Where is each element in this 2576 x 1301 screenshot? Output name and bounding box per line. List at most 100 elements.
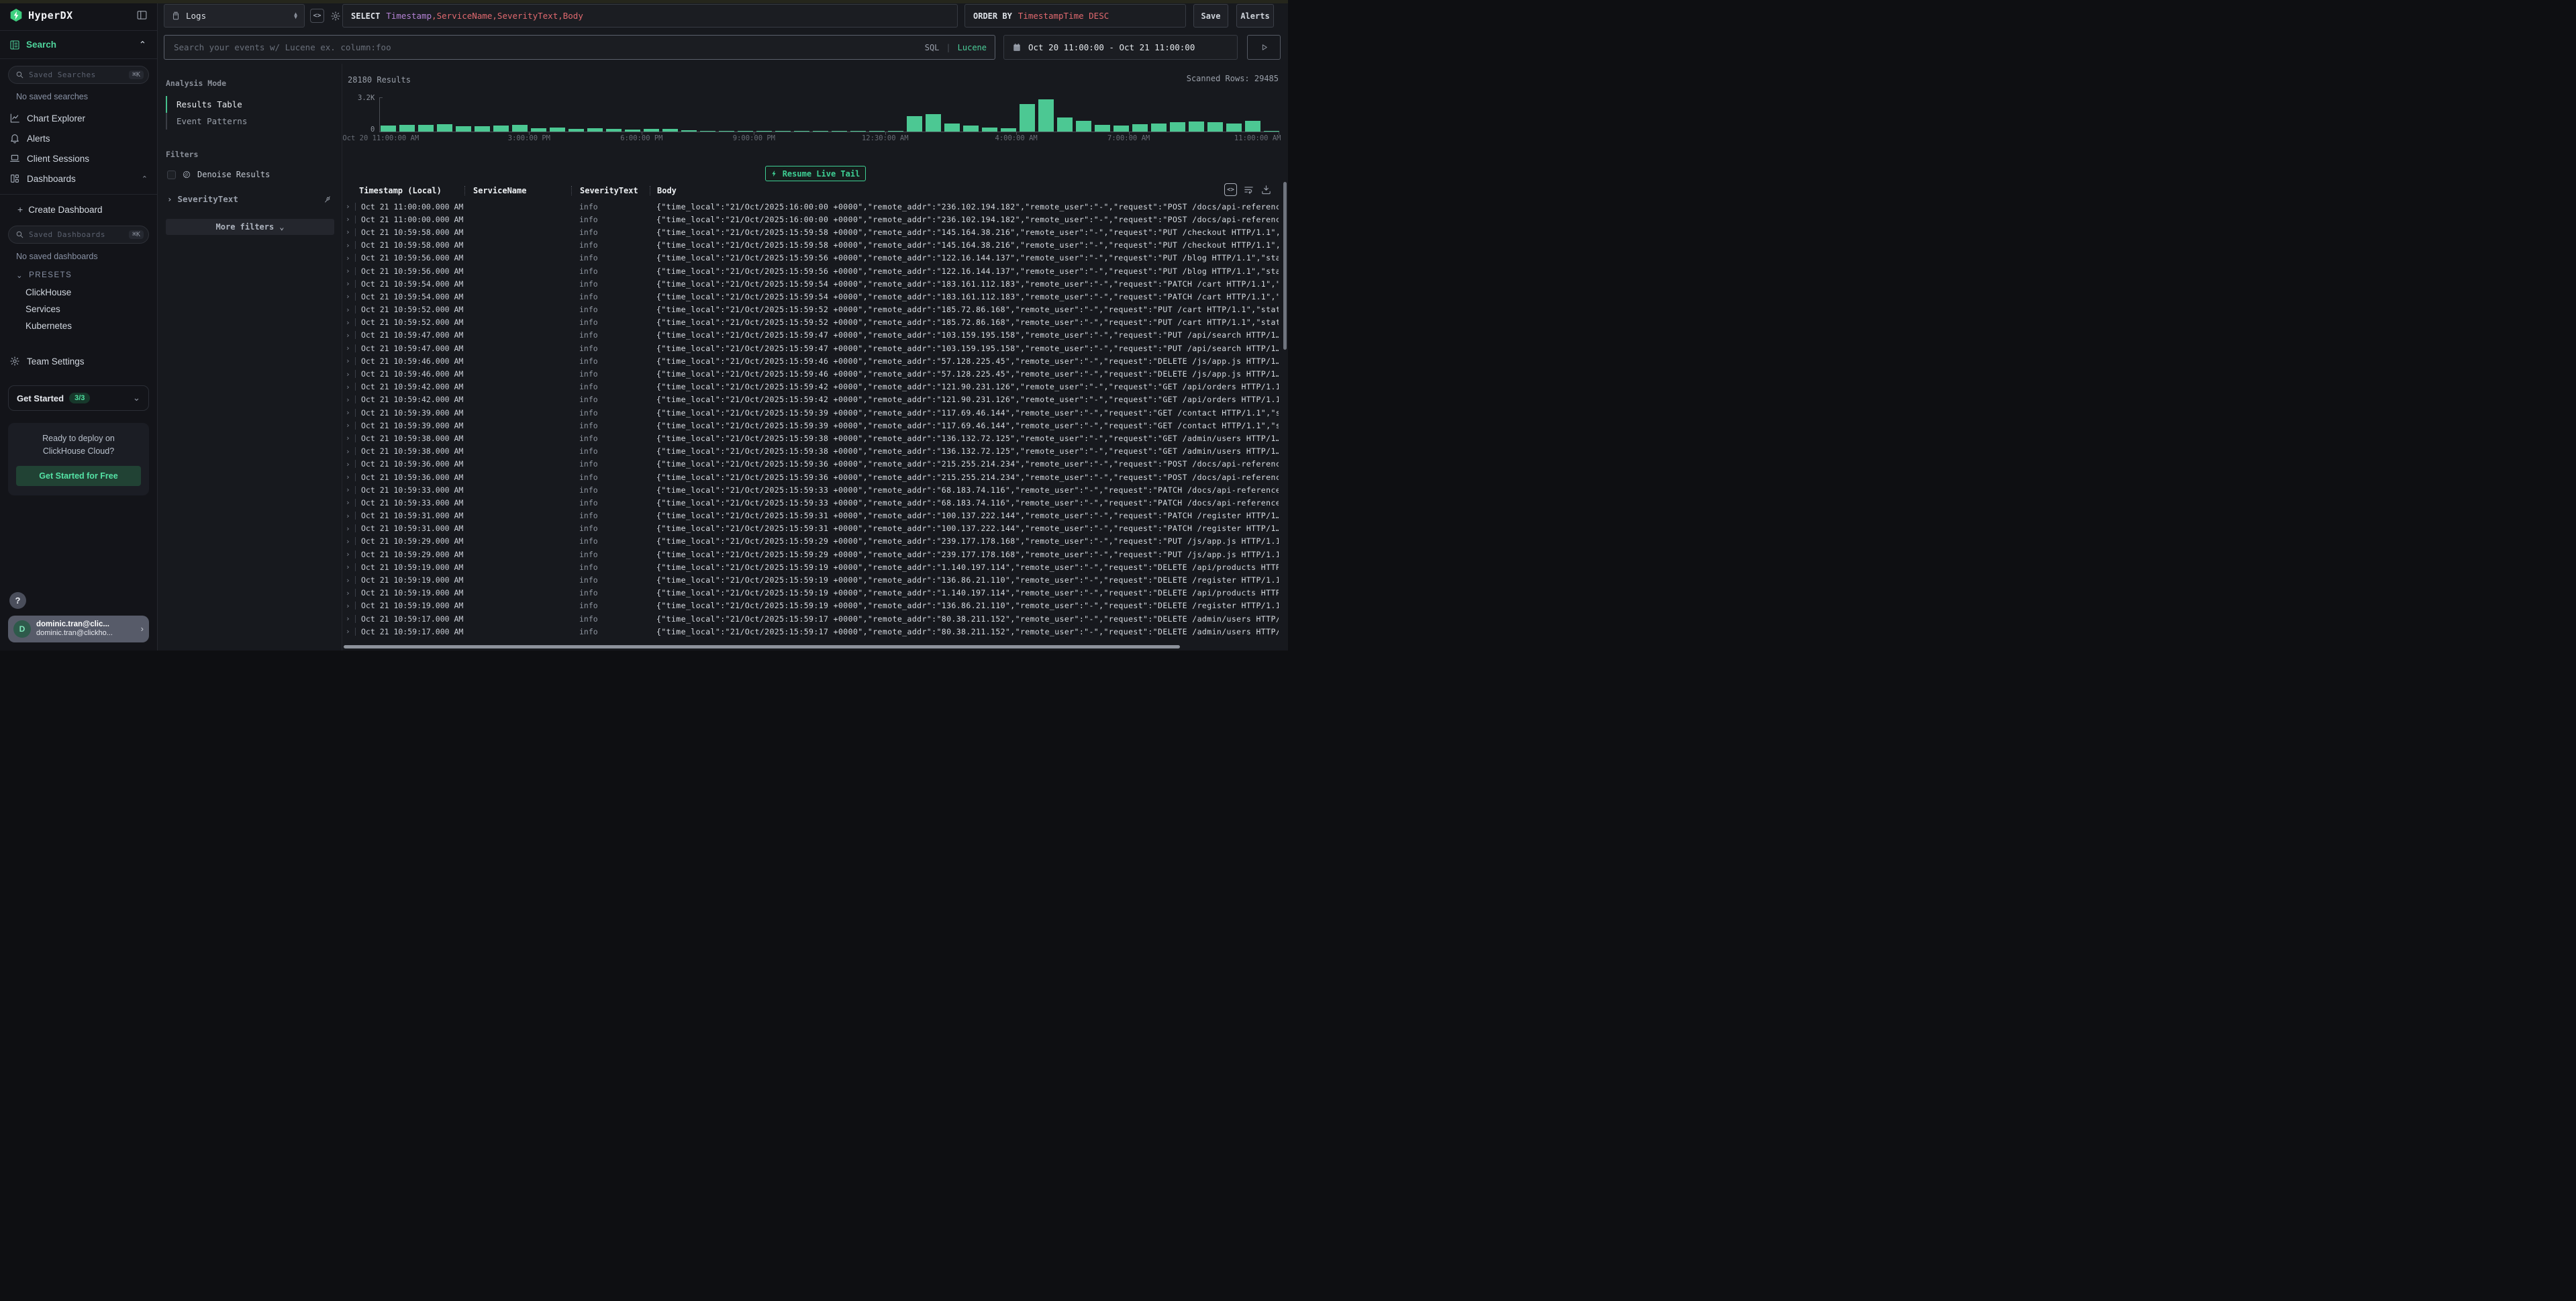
table-row[interactable]: ›Oct 21 10:59:19.000 AMinfo{"time_local"…: [342, 561, 1279, 573]
row-expand-icon[interactable]: ›: [342, 292, 352, 301]
resume-live-tail-button[interactable]: Resume Live Tail: [765, 166, 866, 181]
tab-results-table[interactable]: Results Table: [166, 96, 334, 113]
search-bar[interactable]: SQL | Lucene: [164, 35, 995, 60]
row-expand-icon[interactable]: ›: [342, 370, 352, 379]
row-expand-icon[interactable]: ›: [342, 318, 352, 327]
table-row[interactable]: ›Oct 21 10:59:47.000 AMinfo{"time_local"…: [342, 342, 1279, 354]
row-expand-icon[interactable]: ›: [342, 589, 352, 597]
create-dashboard-button[interactable]: + Create Dashboard: [8, 200, 149, 219]
search-input[interactable]: [172, 42, 918, 53]
order-by-input[interactable]: ORDER BY TimestampTime DESC: [964, 4, 1186, 28]
histogram-bar[interactable]: [456, 126, 471, 132]
wrap-lines-button[interactable]: [1243, 184, 1254, 195]
run-query-button[interactable]: [1247, 35, 1281, 60]
table-row[interactable]: ›Oct 21 10:59:56.000 AMinfo{"time_local"…: [342, 264, 1279, 277]
more-filters-button[interactable]: More filters ⌄: [166, 219, 334, 235]
user-menu[interactable]: D dominic.tran@clic... dominic.tran@clic…: [8, 616, 149, 642]
table-row[interactable]: ›Oct 21 10:59:54.000 AMinfo{"time_local"…: [342, 277, 1279, 290]
histogram-bar[interactable]: [1170, 122, 1185, 132]
horizontal-scrollbar[interactable]: [344, 645, 1180, 648]
table-row[interactable]: ›Oct 21 10:59:38.000 AMinfo{"time_local"…: [342, 432, 1279, 444]
histogram-bar[interactable]: [1207, 122, 1223, 132]
sidebar-item-client-sessions[interactable]: Client Sessions: [8, 148, 149, 168]
sql-editor-button[interactable]: <>: [310, 9, 324, 23]
histogram-bar[interactable]: [1113, 126, 1129, 132]
table-row[interactable]: ›Oct 21 10:59:33.000 AMinfo{"time_local"…: [342, 483, 1279, 496]
table-row[interactable]: ›Oct 21 10:59:58.000 AMinfo{"time_local"…: [342, 226, 1279, 238]
histogram-bar[interactable]: [1245, 121, 1260, 132]
table-row[interactable]: ›Oct 21 10:59:17.000 AMinfo{"time_local"…: [342, 612, 1279, 625]
table-row[interactable]: ›Oct 21 10:59:47.000 AMinfo{"time_local"…: [342, 329, 1279, 342]
results-histogram[interactable]: 3.2K 0 Oct 20 11:00:00 AM3:00:00 PM6:00:…: [379, 97, 1279, 132]
table-row[interactable]: ›Oct 21 10:59:19.000 AMinfo{"time_local"…: [342, 587, 1279, 599]
alerts-button[interactable]: Alerts: [1236, 4, 1274, 28]
table-row[interactable]: ›Oct 21 10:59:36.000 AMinfo{"time_local"…: [342, 471, 1279, 483]
table-row[interactable]: ›Oct 21 10:59:17.000 AMinfo{"time_local"…: [342, 625, 1279, 638]
histogram-bar[interactable]: [1095, 125, 1110, 132]
row-expand-icon[interactable]: ›: [342, 383, 352, 391]
histogram-bar[interactable]: [907, 116, 922, 132]
row-expand-icon[interactable]: ›: [342, 305, 352, 314]
row-expand-icon[interactable]: ›: [342, 202, 352, 211]
row-expand-icon[interactable]: ›: [342, 627, 352, 636]
table-row[interactable]: ›Oct 21 10:59:31.000 AMinfo{"time_local"…: [342, 522, 1279, 535]
row-expand-icon[interactable]: ›: [342, 279, 352, 288]
save-button[interactable]: Save: [1193, 4, 1228, 28]
denoise-results-option[interactable]: Denoise Results: [167, 170, 334, 179]
table-row[interactable]: ›Oct 21 10:59:31.000 AMinfo{"time_local"…: [342, 510, 1279, 522]
histogram-bar[interactable]: [437, 124, 452, 132]
sidebar-item-chart-explorer[interactable]: Chart Explorer: [8, 108, 149, 128]
row-expand-icon[interactable]: ›: [342, 524, 352, 533]
row-expand-icon[interactable]: ›: [342, 331, 352, 340]
histogram-bar[interactable]: [926, 114, 941, 132]
row-expand-icon[interactable]: ›: [342, 241, 352, 250]
histogram-bar[interactable]: [418, 125, 434, 132]
time-range-picker[interactable]: Oct 20 11:00:00 - Oct 21 11:00:00: [1003, 35, 1238, 60]
view-source-button[interactable]: <>: [1224, 183, 1237, 196]
row-expand-icon[interactable]: ›: [342, 215, 352, 224]
help-button[interactable]: ?: [9, 592, 26, 609]
vertical-scrollbar[interactable]: [1283, 182, 1287, 350]
column-header-timestamp[interactable]: Timestamp (Local): [342, 186, 464, 195]
table-row[interactable]: ›Oct 21 10:59:39.000 AMinfo{"time_local"…: [342, 419, 1279, 432]
table-row[interactable]: ›Oct 21 10:59:46.000 AMinfo{"time_local"…: [342, 367, 1279, 380]
row-expand-icon[interactable]: ›: [342, 614, 352, 623]
chevron-up-icon[interactable]: ⌃: [142, 175, 148, 183]
row-expand-icon[interactable]: ›: [342, 563, 352, 571]
row-expand-icon[interactable]: ›: [342, 344, 352, 352]
sidebar-item-services[interactable]: Services: [8, 301, 149, 318]
histogram-bar[interactable]: [1020, 104, 1035, 132]
download-button[interactable]: [1260, 184, 1272, 195]
table-row[interactable]: ›Oct 21 11:00:00.000 AMinfo{"time_local"…: [342, 213, 1279, 226]
denoise-checkbox[interactable]: [167, 171, 176, 179]
row-expand-icon[interactable]: ›: [342, 395, 352, 404]
histogram-bar[interactable]: [399, 125, 415, 132]
sidebar-collapse-icon[interactable]: [136, 9, 148, 21]
sidebar-item-clickhouse[interactable]: ClickHouse: [8, 284, 149, 301]
row-expand-icon[interactable]: ›: [342, 228, 352, 236]
row-expand-icon[interactable]: ›: [342, 421, 352, 430]
select-query-input[interactable]: SELECT Timestamp,ServiceName,SeverityTex…: [342, 4, 958, 28]
chevron-up-icon[interactable]: ⌃: [138, 35, 148, 55]
row-expand-icon[interactable]: ›: [342, 550, 352, 559]
sidebar-item-team-settings[interactable]: Team Settings: [8, 352, 149, 371]
table-row[interactable]: ›Oct 21 11:00:00.000 AMinfo{"time_local"…: [342, 200, 1279, 213]
table-row[interactable]: ›Oct 21 10:59:56.000 AMinfo{"time_local"…: [342, 252, 1279, 264]
sidebar-item-alerts[interactable]: Alerts: [8, 128, 149, 148]
presets-toggle[interactable]: ⌄ PRESETS: [16, 271, 149, 280]
row-expand-icon[interactable]: ›: [342, 447, 352, 456]
row-expand-icon[interactable]: ›: [342, 485, 352, 494]
histogram-bar[interactable]: [944, 124, 960, 132]
source-select[interactable]: Logs ▲▼: [164, 4, 305, 28]
column-header-body[interactable]: Body: [650, 186, 1272, 195]
table-row[interactable]: ›Oct 21 10:59:19.000 AMinfo{"time_local"…: [342, 573, 1279, 586]
row-expand-icon[interactable]: ›: [342, 498, 352, 507]
saved-dashboards-input[interactable]: Saved Dashboards ⌘K: [8, 226, 149, 244]
row-expand-icon[interactable]: ›: [342, 267, 352, 275]
column-header-servicename[interactable]: ServiceName: [464, 186, 571, 195]
row-expand-icon[interactable]: ›: [342, 473, 352, 481]
histogram-bar[interactable]: [493, 126, 509, 132]
histogram-bar[interactable]: [475, 126, 490, 132]
histogram-bar[interactable]: [1057, 117, 1073, 132]
row-expand-icon[interactable]: ›: [342, 356, 352, 365]
